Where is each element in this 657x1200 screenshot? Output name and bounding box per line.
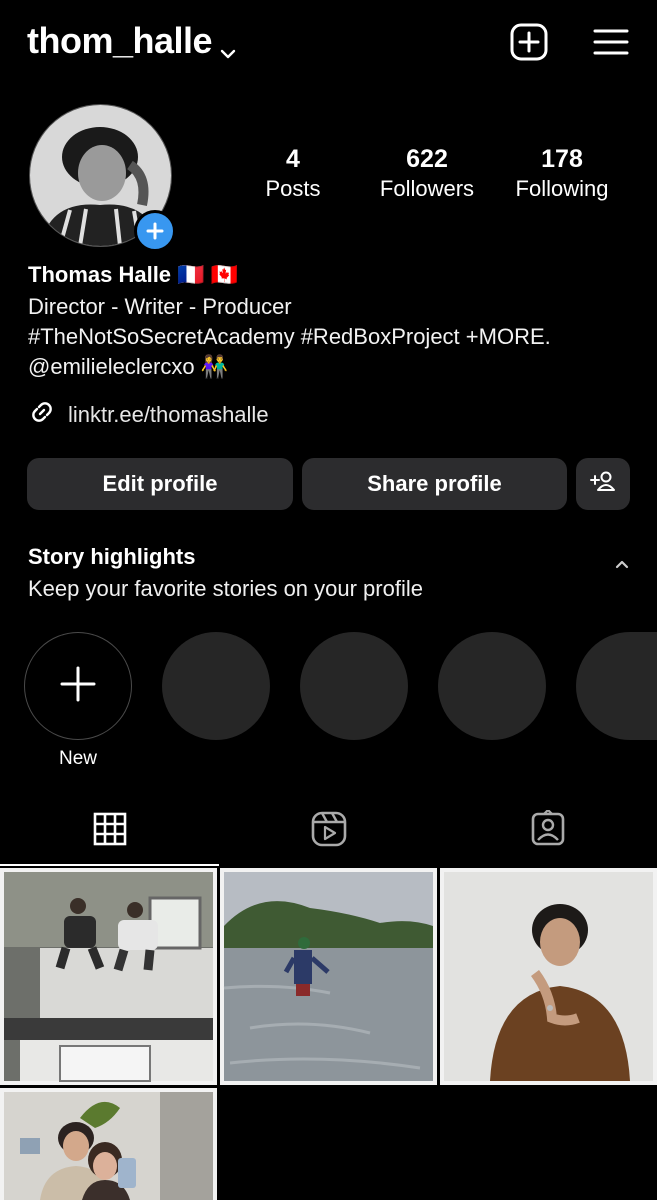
posts-label: Posts: [265, 176, 321, 201]
grid-icon: [92, 811, 128, 852]
following-count: 178: [541, 145, 583, 173]
post-thumbnail[interactable]: [0, 1088, 217, 1200]
highlight-placeholder: [162, 632, 270, 740]
username-switcher[interactable]: thom_halle: [27, 20, 238, 62]
highlight-placeholder: [576, 632, 657, 740]
add-story-button[interactable]: [134, 210, 176, 252]
post-thumbnail[interactable]: [220, 868, 437, 1085]
link-text: linktr.ee/thomashalle: [68, 402, 269, 427]
tab-tagged[interactable]: [438, 807, 657, 854]
highlights-subtitle: Keep your favorite stories on your profi…: [28, 576, 423, 601]
followers-label: Followers: [379, 176, 475, 201]
add-person-icon: [589, 469, 617, 499]
menu-icon[interactable]: [591, 22, 631, 62]
posts-count: 4: [286, 145, 300, 173]
plus-icon: [58, 664, 98, 709]
discover-people-button[interactable]: [576, 458, 630, 510]
following-stat[interactable]: 178 Following: [502, 144, 622, 204]
display-name: Thomas Halle 🇫🇷 🇨🇦: [28, 262, 239, 287]
chevron-down-icon: [218, 31, 238, 59]
post-thumbnail[interactable]: [0, 868, 217, 1085]
tagged-icon: [529, 807, 567, 853]
bio-line[interactable]: @emilieleclercxo 👫: [28, 352, 228, 382]
posts-stat[interactable]: 4 Posts: [233, 144, 353, 204]
followers-count: 622: [406, 145, 448, 173]
tab-grid[interactable]: [0, 808, 219, 854]
highlight-placeholder: [300, 632, 408, 740]
username: thom_halle: [27, 20, 213, 61]
following-label: Following: [515, 176, 609, 201]
edit-profile-button[interactable]: Edit profile: [27, 458, 293, 510]
tab-reels[interactable]: [219, 808, 438, 854]
highlight-placeholder: [438, 632, 546, 740]
link-icon: [28, 398, 56, 432]
new-highlight-button[interactable]: [24, 632, 132, 740]
new-highlight-label: New: [58, 748, 97, 769]
create-post-icon[interactable]: [509, 22, 549, 62]
followers-stat[interactable]: 622 Followers: [367, 144, 487, 204]
post-thumbnail[interactable]: [440, 868, 657, 1085]
bio-line[interactable]: #TheNotSoSecretAcademy #RedBoxProject +M…: [28, 322, 551, 352]
profile-link[interactable]: linktr.ee/thomashalle: [28, 398, 269, 432]
share-profile-button[interactable]: Share profile: [302, 458, 567, 510]
highlights-title: Story highlights: [28, 544, 196, 569]
active-tab-indicator: [0, 864, 219, 866]
bio-line: Director - Writer - Producer: [28, 294, 292, 319]
chevron-up-icon[interactable]: [612, 556, 632, 572]
reels-icon: [310, 810, 348, 853]
